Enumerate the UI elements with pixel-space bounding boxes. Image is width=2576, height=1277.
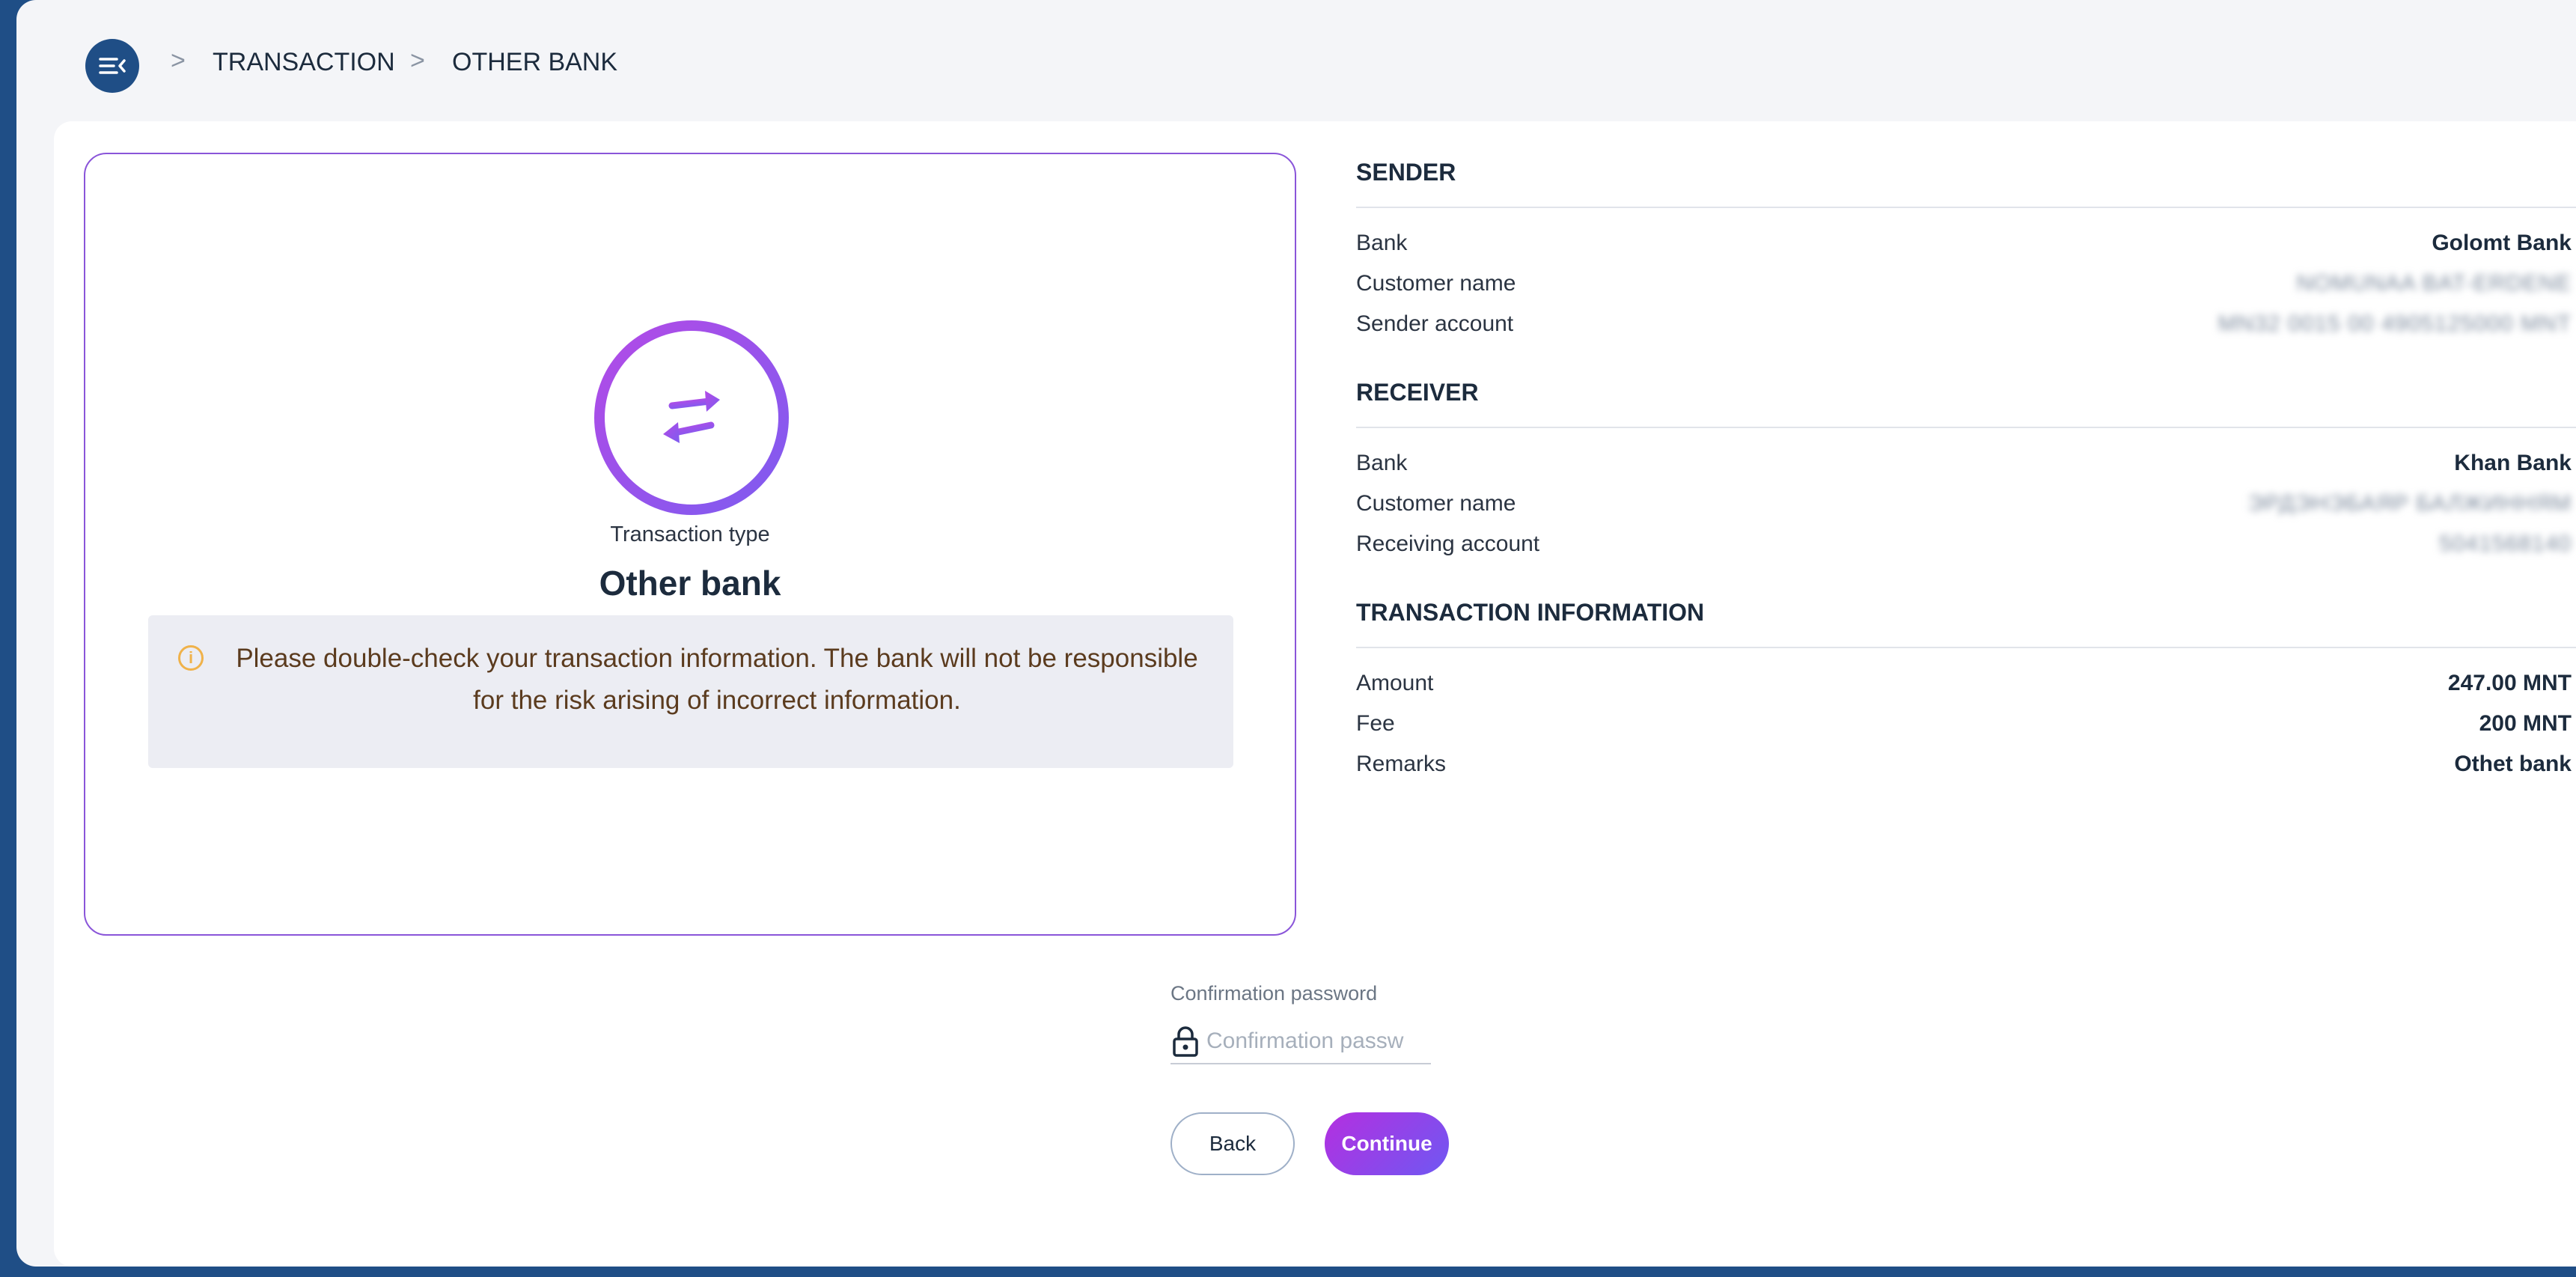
transaction-type-badge xyxy=(594,320,789,515)
breadcrumb-separator: > xyxy=(171,46,186,75)
breadcrumb-separator: > xyxy=(410,46,425,75)
sender-bank-value: Golomt Bank xyxy=(2432,231,2572,255)
transaction-type-value: Other bank xyxy=(599,564,781,603)
warning-notice: i Please double-check your transaction i… xyxy=(148,615,1233,768)
info-circle-icon: i xyxy=(178,645,204,671)
top-bar: > TRANSACTION > OTHER BANK xyxy=(16,0,2576,120)
back-button[interactable]: Back xyxy=(1171,1112,1295,1175)
confirmation-password-field[interactable] xyxy=(1171,1020,1431,1064)
menu-collapse-icon xyxy=(99,58,126,74)
sender-customer-name-label: Customer name xyxy=(1356,271,1516,296)
remarks-value: Othet bank xyxy=(2454,752,2572,776)
menu-toggle-button[interactable] xyxy=(85,39,139,93)
sender-section-title: SENDER xyxy=(1356,159,1456,186)
transfer-arrows-icon xyxy=(663,391,720,443)
receiver-bank-label: Bank xyxy=(1356,451,1408,475)
receiver-customer-name-label: Customer name xyxy=(1356,491,1516,516)
divider xyxy=(1356,647,2576,648)
sender-account-label: Sender account xyxy=(1356,311,1514,336)
sender-account-value: MN32 0015 00 4905125000 MNT xyxy=(2218,311,2572,336)
confirmation-password-input[interactable] xyxy=(1200,1028,1431,1054)
receiver-section-title: RECEIVER xyxy=(1356,379,1479,406)
lock-icon xyxy=(1173,1026,1198,1057)
amount-value: 247.00 MNT xyxy=(2447,671,2572,695)
divider xyxy=(1356,427,2576,428)
amount-label: Amount xyxy=(1356,671,1434,695)
divider xyxy=(1356,207,2576,208)
receiving-account-label: Receiving account xyxy=(1356,531,1540,556)
transaction-type-label: Transaction type xyxy=(610,522,770,546)
receiver-customer-name-value: ЭРДЭНЭБАЯР БАЛЖИННЯМ xyxy=(2247,491,2572,516)
fee-label: Fee xyxy=(1356,711,1395,736)
continue-button[interactable]: Continue xyxy=(1325,1112,1449,1175)
remarks-label: Remarks xyxy=(1356,752,1447,776)
fee-value: 200 MNT xyxy=(2479,711,2572,736)
sender-customer-name-value: NOMUNAA BAT-ERDENE xyxy=(2296,271,2572,296)
confirmation-password-label: Confirmation password xyxy=(1171,982,1378,1005)
breadcrumb-transaction[interactable]: TRANSACTION xyxy=(213,48,395,77)
breadcrumb-other-bank: OTHER BANK xyxy=(452,48,618,76)
receiver-bank-value: Khan Bank xyxy=(2454,451,2572,475)
warning-notice-text: Please double-check your transaction inf… xyxy=(236,644,1198,715)
sender-bank-label: Bank xyxy=(1356,231,1408,255)
receiving-account-value: 5041568140 xyxy=(2439,531,2572,556)
transaction-info-section-title: TRANSACTION INFORMATION xyxy=(1356,599,1705,626)
